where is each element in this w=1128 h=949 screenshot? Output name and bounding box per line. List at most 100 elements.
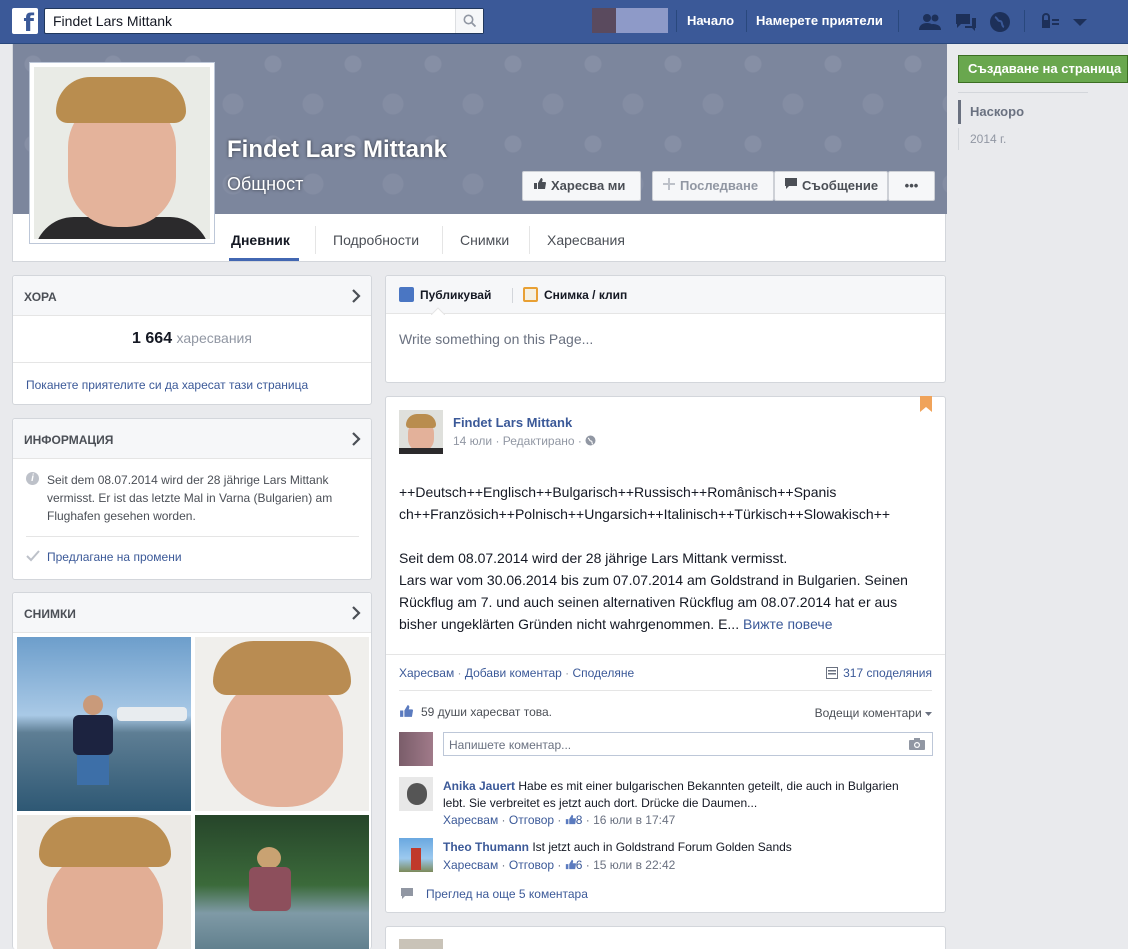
like-page-label: Харесва ми [551, 178, 626, 193]
view-more-comments-link[interactable]: Преглед на още 5 коментара [426, 887, 588, 901]
comment-sort-dropdown[interactable]: Водещи коментари [815, 706, 932, 720]
timeline-nav-year[interactable]: 2014 г. [958, 128, 1006, 150]
post-meta-text: 14 юли · Редактирано · [453, 434, 582, 448]
tab-likes[interactable]: Харесвания [547, 232, 625, 248]
create-page-button[interactable]: Създаване на страница [958, 55, 1128, 83]
comment-like-link[interactable]: Харесвам [443, 813, 498, 827]
comment-input[interactable]: Напишете коментар... [443, 732, 933, 756]
suggest-edits-link[interactable]: Предлагане на промени [47, 550, 182, 564]
photo-thumbnail[interactable] [195, 815, 369, 949]
photo-person-hat [257, 847, 281, 869]
photo-thumbnail[interactable] [17, 815, 191, 949]
chevron-right-icon[interactable] [351, 432, 361, 446]
post-actions: Харесвам · Добави коментар · Споделяне [399, 666, 634, 680]
comment-body: Ist jetzt auch in Goldstrand Forum Golde… [532, 840, 792, 854]
photo-thumbnail[interactable] [17, 637, 191, 811]
comment-meta: Харесвам · Отговор · 8 · 16 юли в 17:47 [443, 813, 676, 827]
post-divider [399, 690, 932, 691]
message-button[interactable]: Съобщение [774, 171, 888, 201]
post-timestamp[interactable]: 14 юли · Редактирано · [453, 434, 596, 448]
friend-requests-icon[interactable] [918, 10, 942, 34]
user-avatar[interactable] [592, 8, 668, 33]
photos-card-title: СНИМКИ [24, 607, 76, 621]
composer-tab-post[interactable]: Публикувай [399, 286, 492, 302]
invite-friends-link[interactable]: Поканете приятелите си да харесат тази с… [26, 378, 308, 392]
comment-time[interactable]: 16 юли в 17:47 [593, 813, 675, 827]
messages-icon[interactable] [954, 10, 978, 34]
message-label: Съобщение [802, 178, 879, 193]
camera-icon[interactable] [909, 738, 925, 750]
chevron-down-icon [925, 712, 932, 716]
nav-find-friends-link[interactable]: Намерете приятели [756, 13, 883, 28]
like-page-button[interactable]: Харесва ми [522, 171, 641, 201]
notifications-globe-icon[interactable] [988, 10, 1012, 34]
comment-reply-link[interactable]: Отговор [509, 813, 554, 827]
photos-card-header[interactable]: СНИМКИ [13, 593, 371, 633]
photo-thumbnail[interactable] [195, 637, 369, 811]
comment-bubble-icon [401, 888, 413, 899]
comment-post-link[interactable]: Добави коментар [465, 666, 562, 680]
thumbs-up-icon [565, 859, 576, 870]
likes-summary[interactable]: 59 души харесват това. [399, 704, 552, 719]
facebook-logo-icon[interactable]: f [12, 8, 38, 34]
page-category: Общност [227, 174, 304, 194]
more-options-button[interactable]: ••• [888, 171, 935, 201]
right-column-divider [958, 92, 1088, 93]
search-button[interactable] [455, 9, 483, 33]
search-input[interactable] [45, 9, 445, 33]
tab-timeline[interactable]: Дневник [231, 232, 290, 248]
see-more-link[interactable]: Вижте повече [743, 616, 833, 632]
photos-card: СНИМКИ [12, 592, 372, 949]
comment-likes-count[interactable]: 6 [565, 858, 582, 872]
photo-person-shirt [249, 867, 291, 911]
commenter-name[interactable]: Theo Thumann [443, 840, 529, 854]
chevron-right-icon[interactable] [351, 606, 361, 620]
page-title[interactable]: Findet Lars Mittank [227, 136, 447, 164]
privacy-shortcuts-icon[interactable] [1038, 10, 1062, 34]
likes-count: 1 664 харесвания [13, 330, 371, 348]
post-body: ++Deutsch++Englisch++Bulgarisch++Russisc… [399, 481, 939, 657]
commenter-avatar[interactable] [399, 777, 433, 811]
comment-like-link[interactable]: Харесвам [443, 858, 498, 872]
message-bubble-icon [785, 172, 797, 200]
like-post-link[interactable]: Харесвам [399, 666, 454, 680]
post-line: Seit dem 08.07.2014 wird der 28 jährige … [399, 550, 788, 566]
share-icon [826, 667, 839, 679]
shares-count[interactable]: 317 споделяния [826, 666, 932, 680]
likes-summary-label: 59 души харесват това. [421, 705, 552, 719]
post-author-name[interactable]: Findet Lars Mittank [453, 415, 572, 430]
comment-text: Anika Jauert Habe es mit einer bulgarisc… [443, 778, 923, 812]
active-tab-indicator [229, 258, 299, 261]
timeline-nav-recent[interactable]: Наскоро [958, 100, 1024, 124]
photo-person-shorts [77, 755, 109, 785]
account-menu-chevron-down-icon[interactable] [1068, 10, 1092, 34]
people-card-header[interactable]: ХОРА [13, 276, 371, 316]
share-post-link[interactable]: Споделяне [572, 666, 634, 680]
photo-hair [213, 641, 351, 695]
tab-about[interactable]: Подробности [333, 232, 419, 248]
photo-boat [117, 707, 187, 721]
profile-picture[interactable] [29, 62, 215, 244]
comment-time[interactable]: 15 юли в 22:42 [593, 858, 675, 872]
people-card-title: ХОРА [24, 290, 57, 304]
nav-home-link[interactable]: Начало [687, 13, 734, 28]
commenter-avatar-figure [411, 848, 421, 870]
composer-tabs: Публикувай Снимка / клип [386, 276, 945, 315]
shares-count-label: 317 споделяния [843, 666, 932, 680]
chevron-right-icon[interactable] [351, 289, 361, 303]
tab-photos[interactable]: Снимки [460, 232, 509, 248]
composer-tab-post-label: Публикувай [420, 288, 492, 302]
commenter-avatar[interactable] [399, 838, 433, 872]
post-author-avatar[interactable] [399, 410, 443, 454]
comment-likes-count[interactable]: 8 [565, 813, 582, 827]
comment-reply-link[interactable]: Отговор [509, 858, 554, 872]
composer-tab-photo[interactable]: Снимка / клип [523, 286, 627, 302]
bookmark-icon[interactable] [920, 396, 932, 412]
commenter-name[interactable]: Anika Jauert [443, 779, 515, 793]
checkmark-icon [26, 550, 40, 562]
follow-button[interactable]: Последване [652, 171, 774, 201]
thumbs-up-icon [565, 814, 576, 825]
post-line: ++Deutsch++Englisch++Bulgarisch++Russisc… [399, 484, 837, 500]
composer-input[interactable]: Write something on this Page... [399, 331, 593, 347]
about-card-header[interactable]: ИНФОРМАЦИЯ [13, 419, 371, 459]
